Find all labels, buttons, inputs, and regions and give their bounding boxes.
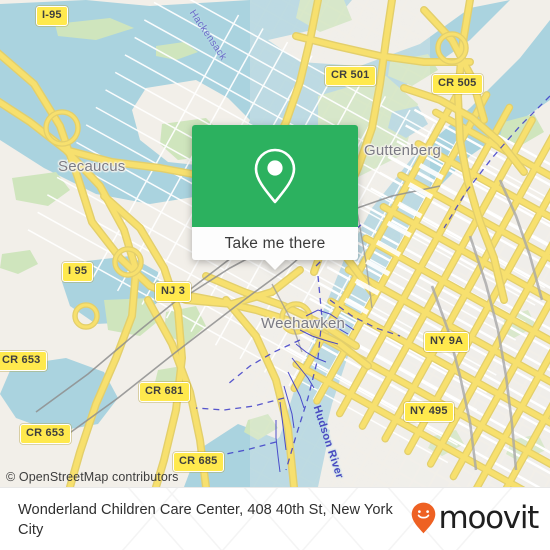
take-me-there-button[interactable]: Take me there xyxy=(192,227,358,270)
moovit-logo[interactable]: moovit xyxy=(411,500,540,536)
osm-attribution[interactable]: © OpenStreetMap contributors xyxy=(6,470,179,484)
shield-cr-653-mid[interactable]: CR 653 xyxy=(0,351,47,371)
location-title: Wonderland Children Care Center, 408 40t… xyxy=(18,502,393,538)
shield-ny-495[interactable]: NY 495 xyxy=(404,402,454,422)
location-callout-card[interactable]: Take me there xyxy=(192,125,358,270)
footer-bar: Wonderland Children Care Center, 408 40t… xyxy=(0,487,550,550)
map-canvas[interactable]: Secaucus Guttenberg Weehawken Hackensack… xyxy=(0,0,550,487)
callout-header xyxy=(192,125,358,227)
screenshot-root: Secaucus Guttenberg Weehawken Hackensack… xyxy=(0,0,550,550)
shield-i-95-north[interactable]: I-95 xyxy=(36,6,68,26)
shield-i-95-west[interactable]: I 95 xyxy=(62,262,94,282)
shield-nj-3[interactable]: NJ 3 xyxy=(155,282,192,302)
moovit-smiley-pin-icon xyxy=(411,502,435,534)
shield-cr-681[interactable]: CR 681 xyxy=(139,382,190,402)
take-me-there-label: Take me there xyxy=(224,234,326,252)
shield-cr-501[interactable]: CR 501 xyxy=(325,66,376,86)
callout-tail xyxy=(264,259,286,270)
shield-cr-653-low[interactable]: CR 653 xyxy=(20,424,71,444)
shield-ny-9a[interactable]: NY 9A xyxy=(424,332,470,352)
map-pin-icon xyxy=(254,148,296,204)
moovit-wordmark: moovit xyxy=(438,500,540,536)
shield-cr-505[interactable]: CR 505 xyxy=(432,74,483,94)
shield-cr-685[interactable]: CR 685 xyxy=(173,452,224,472)
